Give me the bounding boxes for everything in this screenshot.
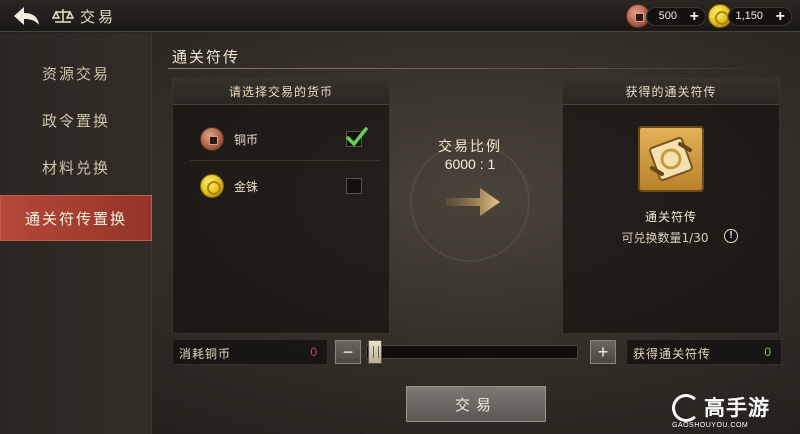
top-bar: 交易 500 + 1,150 + xyxy=(0,0,800,32)
reward-item[interactable] xyxy=(638,126,704,192)
currency-name: 金铢 xyxy=(234,180,259,194)
copper-resource: 500 + xyxy=(646,7,706,26)
copper-amount: 500 xyxy=(658,10,677,22)
currency-option-copper[interactable]: 铜币 xyxy=(190,117,380,161)
gold-checkbox[interactable] xyxy=(346,178,362,194)
slider-handle[interactable] xyxy=(368,340,382,364)
reward-panel-header: 获得的通关符传 xyxy=(563,79,779,105)
copper-checkbox[interactable] xyxy=(346,127,368,147)
trade-button[interactable]: 交易 xyxy=(406,386,546,422)
right-arrow-icon xyxy=(446,188,500,216)
sidebar-item-material-exchange[interactable]: 材料兑换 xyxy=(0,144,152,190)
increase-button[interactable]: + xyxy=(590,340,616,364)
sidebar-item-resource-trade[interactable]: 资源交易 xyxy=(0,50,152,96)
gain-label: 获得通关符传 xyxy=(633,347,712,361)
section-divider xyxy=(168,68,788,69)
watermark-url: GAOSHOUYOU.COM xyxy=(672,422,749,429)
sidebar-item-pass-token-exchange[interactable]: 通关符传置换 xyxy=(0,195,152,241)
currency-panel-header: 请选择交易的货币 xyxy=(173,79,389,105)
scroll-icon xyxy=(649,137,693,181)
currency-name: 铜币 xyxy=(234,133,259,147)
quantity-slider[interactable] xyxy=(366,345,578,359)
back-arrow-icon xyxy=(14,7,39,25)
watermark-name: 高手游 xyxy=(704,396,770,420)
sidebar-item-decree-exchange[interactable]: 政令置换 xyxy=(0,97,152,143)
reward-panel: 获得的通关符传 xyxy=(562,78,780,334)
gold-coin-icon xyxy=(200,174,224,198)
add-copper-button[interactable]: + xyxy=(690,8,699,25)
gain-bar: 获得通关符传 0 xyxy=(626,339,782,365)
ratio-value: 6000 : 1 xyxy=(444,156,496,172)
back-button[interactable] xyxy=(10,3,44,29)
sidebar: 资源交易 政令置换 材料兑换 通关符传置换 xyxy=(0,33,152,434)
reward-name: 通关符传 xyxy=(644,210,697,224)
page-title: 交易 xyxy=(80,8,117,26)
section-title: 通关符传 xyxy=(172,48,241,66)
consume-label: 消耗铜币 xyxy=(179,347,232,361)
exchange-limit: 可兑换数量1/30 xyxy=(621,231,709,245)
gain-value: 0 xyxy=(764,345,771,359)
gold-resource: 1,150 + xyxy=(728,7,792,26)
trade-scale-icon xyxy=(52,9,74,23)
check-icon xyxy=(346,127,368,147)
consume-bar: 消耗铜币 0 xyxy=(172,339,328,365)
add-gold-button[interactable]: + xyxy=(776,8,785,25)
consume-value: 0 xyxy=(310,345,317,359)
gold-amount: 1,150 xyxy=(735,10,763,22)
currency-option-gold[interactable]: 金铢 xyxy=(190,164,380,208)
decrease-button[interactable]: − xyxy=(335,340,361,364)
watermark-logo-icon xyxy=(672,394,700,422)
site-watermark: 高手游 GAOSHOUYOU.COM xyxy=(672,392,798,432)
ratio-label: 交易比例 xyxy=(438,139,502,155)
info-icon[interactable]: ! xyxy=(724,229,738,243)
copper-coin-icon xyxy=(200,127,224,151)
